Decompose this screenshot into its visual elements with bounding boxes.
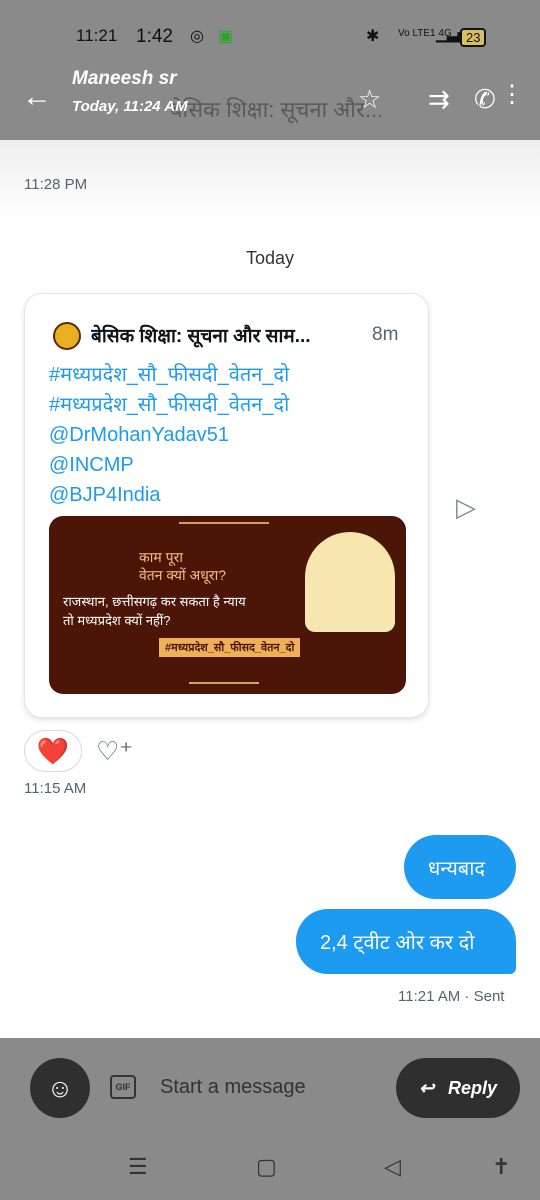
conversation-header: ← बेसिक शिक्षा: सूचना और... Maneesh sr T…	[0, 60, 540, 140]
phone-icon[interactable]: ✆	[474, 84, 496, 115]
system-navigation-bar: ☰ ▢ ◁ ✝	[0, 1138, 540, 1200]
shared-tweet-author: बेसिक शिक्षा: सूचना और साम...	[91, 326, 311, 347]
heart-reaction[interactable]: ❤️	[24, 730, 82, 772]
header-ghost-title: बेसिक शिक्षा: सूचना और...	[170, 97, 384, 122]
reply-label: Reply	[448, 1077, 498, 1098]
status-time: 1:42	[136, 26, 173, 47]
poster-question: राजस्थान, छत्तीसगढ़ कर सकता है न्याय तो …	[63, 594, 246, 628]
mention-link[interactable]: @DrMohanYadav51	[49, 420, 289, 450]
poster-portrait	[305, 532, 395, 632]
instagram-icon: ◎	[190, 28, 204, 45]
battery-icon: 23	[460, 28, 487, 47]
account-avatar[interactable]	[53, 322, 81, 350]
emoji-add-icon[interactable]: ☺	[30, 1058, 90, 1118]
mention-link[interactable]: @INCMP	[49, 450, 289, 480]
sent-message-bubble[interactable]: 2,4 ट्वीट ओर कर दो	[296, 909, 516, 974]
tweet-image[interactable]: काम पूरा वेतन क्यों अधूरा? राजस्थान, छत्…	[49, 516, 406, 694]
hashtag-link[interactable]: #मध्यप्रदेश_सौ_फीसदी_वेतन_दो	[49, 390, 289, 420]
shared-tweet-text: #मध्यप्रदेश_सौ_फीसदी_वेतन_दो #मध्यप्रदेश…	[49, 360, 289, 510]
contact-name[interactable]: Maneesh sr	[72, 68, 177, 90]
gif-button[interactable]: GIF	[110, 1075, 136, 1099]
sent-status: 11:21 AM · Sent	[398, 988, 505, 1005]
status-time-overlay: 11:21	[76, 26, 118, 45]
card-timestamp: 11:15 AM	[24, 780, 87, 797]
star-icon[interactable]: ☆	[358, 84, 381, 115]
home-icon[interactable]: ▢	[256, 1154, 277, 1180]
poster-hashtag: #मध्यप्रदेश_सौ_फीसद_वेतन_दो	[159, 638, 301, 657]
shared-tweet-age: 8m	[372, 324, 399, 345]
poster-decoration	[189, 682, 259, 684]
composer-bar: ☺ GIF Start a message ↩ Reply	[0, 1038, 540, 1138]
poster-headline: काम पूरा वेतन क्यों अधूरा?	[139, 549, 226, 583]
previous-message-time: 11:28 PM	[24, 176, 88, 193]
share-tweet-icon[interactable]: ▷	[456, 492, 476, 523]
poster-decoration	[179, 522, 269, 524]
back-arrow-icon[interactable]: ←	[22, 80, 52, 114]
add-reaction-icon[interactable]: ♡⁺	[96, 736, 133, 767]
sent-message-bubble[interactable]: धन्यबाद	[404, 835, 516, 899]
recent-apps-icon[interactable]: ☰	[128, 1154, 148, 1180]
more-options-icon[interactable]: ⋮	[500, 80, 524, 109]
back-nav-icon[interactable]: ◁	[384, 1154, 401, 1180]
shared-tweet-card[interactable]: बेसिक शिक्षा: सूचना और साम... 8m #मध्यप्…	[24, 293, 429, 718]
mention-link[interactable]: @BJP4India	[49, 480, 289, 510]
message-input[interactable]: Start a message	[160, 1076, 306, 1099]
accessibility-icon[interactable]: ✝	[492, 1154, 510, 1180]
hashtag-link[interactable]: #मध्यप्रदेश_सौ_फीसदी_वेतन_दो	[49, 360, 289, 390]
reply-button[interactable]: ↩ Reply	[396, 1058, 520, 1118]
reply-arrow-icon: ↩	[418, 1077, 435, 1098]
app-notification-icon: ▣	[218, 28, 234, 45]
bluetooth-icon: ✱	[366, 28, 380, 45]
day-divider: Today	[245, 248, 295, 268]
share-icon[interactable]: ⇉	[428, 84, 450, 115]
last-active-time: Today, 11:24 AM	[72, 98, 188, 115]
